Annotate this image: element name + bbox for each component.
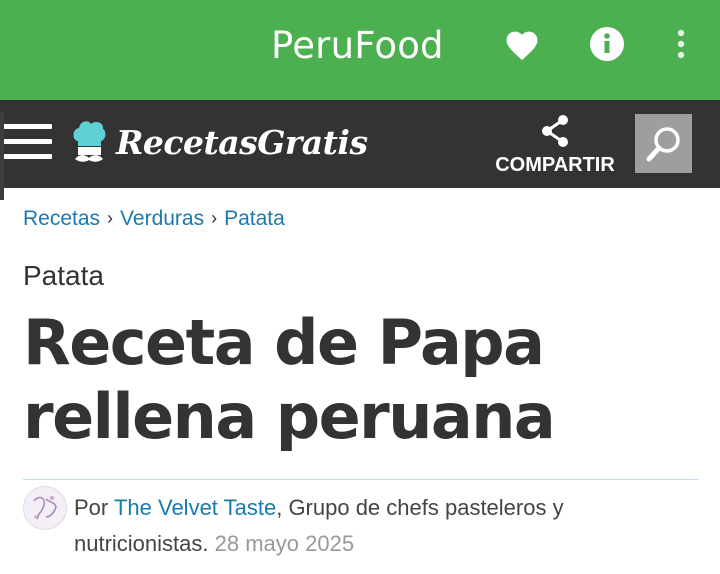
menu-button[interactable]	[0, 120, 54, 164]
more-vert-icon	[677, 29, 685, 59]
breadcrumb-separator: ›	[211, 208, 218, 228]
site-logo[interactable]: RecetasGratis	[72, 116, 368, 168]
app-title: PeruFood	[271, 24, 444, 67]
info-button[interactable]	[585, 22, 629, 66]
byline-prefix: Por	[74, 495, 109, 520]
info-icon	[590, 27, 624, 61]
breadcrumb-separator: ›	[107, 208, 114, 228]
breadcrumb-patata[interactable]: Patata	[224, 207, 285, 230]
favorite-button[interactable]	[500, 22, 544, 66]
breadcrumb-verduras[interactable]: Verduras	[120, 207, 204, 230]
page-title: Receta de Papa rellena peruana	[23, 306, 556, 453]
drawer-edge	[0, 112, 4, 200]
share-icon	[542, 115, 568, 147]
recipe-category: Patata	[23, 260, 104, 291]
share-button[interactable]: COMPARTIR	[492, 112, 618, 182]
author-logo-icon	[33, 496, 57, 520]
breadcrumb: Recetas › Verduras › Patata	[23, 205, 285, 233]
search-icon	[646, 126, 680, 161]
site-header: RecetasGratis COMPARTIR	[0, 100, 720, 188]
divider	[23, 479, 699, 480]
search-button[interactable]	[635, 114, 692, 173]
app-bar: PeruFood	[0, 0, 720, 100]
logo-text: RecetasGratis	[116, 122, 368, 162]
menu-icon	[0, 124, 52, 129]
breadcrumb-recetas[interactable]: Recetas	[23, 207, 100, 230]
chef-icon	[73, 121, 106, 162]
byline: Por The Velvet Taste, Grupo de chefs pas…	[74, 490, 694, 562]
publish-date: 28 mayo 2025	[214, 531, 355, 556]
more-options-button[interactable]	[668, 22, 694, 66]
author-link[interactable]: The Velvet Taste	[114, 495, 276, 520]
heart-icon	[506, 31, 538, 60]
share-label: COMPARTIR	[495, 154, 615, 176]
author-avatar[interactable]	[23, 486, 67, 530]
